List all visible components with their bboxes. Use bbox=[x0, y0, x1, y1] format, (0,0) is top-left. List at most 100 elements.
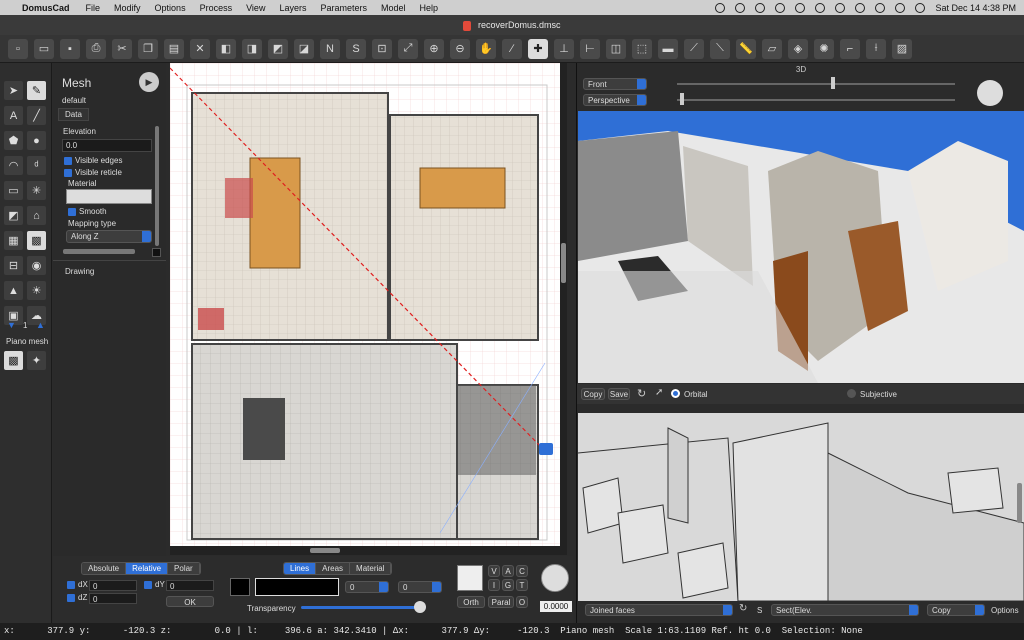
mesh-edit-icon[interactable]: ✦ bbox=[27, 351, 46, 370]
ok-button[interactable]: OK bbox=[166, 596, 214, 607]
view-slider-1-knob[interactable] bbox=[831, 77, 835, 89]
slab-icon[interactable]: ▱ bbox=[762, 38, 782, 59]
roof-icon[interactable]: ⌂ bbox=[27, 206, 46, 225]
paral-button[interactable]: Paral bbox=[488, 596, 514, 608]
app-menu[interactable]: DomusCad bbox=[22, 3, 70, 13]
send-backward-icon[interactable]: ◪ bbox=[294, 38, 314, 59]
light-icon[interactable]: ☀ bbox=[27, 281, 46, 300]
asterisk-icon[interactable]: ✳ bbox=[27, 181, 46, 200]
pencil-icon[interactable]: ✎ bbox=[27, 81, 46, 100]
line-style-select[interactable]: 0 bbox=[398, 581, 442, 593]
color-swatch[interactable] bbox=[230, 578, 250, 596]
t-button[interactable]: T bbox=[516, 579, 528, 591]
menu-model[interactable]: Model bbox=[381, 3, 406, 13]
elevation-field[interactable]: 0.0 bbox=[62, 139, 152, 152]
zoom-extents-icon[interactable]: ⤢ bbox=[398, 38, 418, 59]
plan-horizontal-scrollbar[interactable] bbox=[170, 546, 567, 555]
polygon-icon[interactable]: ⬟ bbox=[4, 131, 23, 150]
vscroll-thumb[interactable] bbox=[561, 243, 566, 283]
smooth-checkbox[interactable]: Smooth bbox=[68, 207, 107, 216]
menu-parameters[interactable]: Parameters bbox=[320, 3, 367, 13]
refresh-icon[interactable]: ↻ bbox=[637, 387, 646, 400]
material-swatch[interactable] bbox=[66, 189, 152, 204]
menu-process[interactable]: Process bbox=[200, 3, 233, 13]
polar-tab[interactable]: Polar bbox=[168, 563, 200, 574]
frame-icon[interactable]: ▨ bbox=[892, 38, 912, 59]
wifi-icon[interactable] bbox=[835, 2, 846, 13]
dy-field[interactable]: 0 bbox=[166, 580, 214, 591]
menu-options[interactable]: Options bbox=[155, 3, 186, 13]
window-icon[interactable]: ⊟ bbox=[4, 256, 23, 275]
pipe-icon[interactable]: ⌐ bbox=[840, 38, 860, 59]
circle-icon[interactable]: ● bbox=[27, 131, 46, 150]
knife-icon[interactable]: ⟊ bbox=[866, 38, 886, 59]
orbital-radio[interactable] bbox=[671, 389, 680, 398]
areas-tab[interactable]: Areas bbox=[316, 563, 351, 574]
bring-forward-icon[interactable]: ◩ bbox=[268, 38, 288, 59]
send-back-icon[interactable]: ◨ bbox=[242, 38, 262, 59]
volume-icon[interactable] bbox=[875, 2, 886, 13]
line-icon[interactable]: ╱ bbox=[27, 106, 46, 125]
view-slider-1[interactable] bbox=[677, 83, 955, 85]
menu-file[interactable]: File bbox=[86, 3, 101, 13]
piano-mesh-icon[interactable]: ▩ bbox=[4, 351, 23, 370]
search-icon[interactable] bbox=[895, 2, 906, 13]
menu-view[interactable]: View bbox=[246, 3, 265, 13]
select-region-icon[interactable]: ⬚ bbox=[632, 38, 652, 59]
open-folder-icon[interactable]: ▭ bbox=[34, 38, 54, 59]
status-vpn-icon[interactable] bbox=[795, 2, 806, 13]
dy-checkbox[interactable]: dY bbox=[144, 580, 165, 589]
beam-icon[interactable]: ⟋ bbox=[684, 38, 704, 59]
view-thumbnail[interactable] bbox=[457, 565, 483, 591]
view-dial[interactable] bbox=[977, 80, 1003, 106]
layers-icon[interactable]: ◫ bbox=[606, 38, 626, 59]
menubar-clock[interactable]: Sat Dec 14 4:38 PM bbox=[935, 3, 1016, 13]
column-icon[interactable]: ⟍ bbox=[710, 38, 730, 59]
camera-marker-icon[interactable] bbox=[539, 443, 553, 455]
delete-icon[interactable]: ✕ bbox=[190, 38, 210, 59]
pointer-icon[interactable]: ➚ bbox=[655, 387, 663, 398]
arc-icon[interactable]: ◠ bbox=[4, 156, 23, 175]
view-slider-2[interactable] bbox=[677, 99, 955, 101]
save-icon[interactable]: ▪ bbox=[60, 38, 80, 59]
mapping-type-select[interactable]: Along Z bbox=[66, 230, 152, 243]
copy-icon[interactable]: ❐ bbox=[138, 38, 158, 59]
hscroll-thumb[interactable] bbox=[310, 548, 340, 553]
section-view-render[interactable] bbox=[578, 413, 1024, 601]
mesh-icon[interactable]: ▩ bbox=[27, 231, 46, 250]
subjective-radio[interactable] bbox=[847, 389, 856, 398]
view-slider-2-knob[interactable] bbox=[680, 93, 684, 105]
visible-reticle-checkbox[interactable]: Visible reticle bbox=[64, 168, 122, 177]
v-button[interactable]: V bbox=[488, 565, 500, 577]
c-button[interactable]: C bbox=[516, 565, 528, 577]
relative-tab[interactable]: Relative bbox=[126, 563, 169, 574]
cut-icon[interactable]: ✂ bbox=[112, 38, 132, 59]
menu-modify[interactable]: Modify bbox=[114, 3, 141, 13]
status-control-icon[interactable] bbox=[815, 2, 826, 13]
dx-field[interactable]: 0 bbox=[89, 580, 137, 591]
select-arrow-icon[interactable]: ➤ bbox=[4, 81, 23, 100]
props-scrollbar[interactable] bbox=[155, 126, 159, 246]
time-machine-icon[interactable] bbox=[855, 2, 866, 13]
snap-axis-icon[interactable]: ⊥ bbox=[554, 38, 574, 59]
line-width-select[interactable]: 0 bbox=[345, 581, 389, 593]
rectangle-icon[interactable]: ▭ bbox=[4, 181, 23, 200]
stepper-down-icon[interactable]: ▼ bbox=[7, 320, 16, 330]
south-tool-button[interactable]: S bbox=[346, 38, 366, 59]
render-mode-select[interactable]: Joined faces bbox=[585, 604, 733, 616]
menu-help[interactable]: Help bbox=[420, 3, 439, 13]
dimension-icon[interactable]: ⊢ bbox=[580, 38, 600, 59]
dimension-d-icon[interactable]: ᵈ bbox=[27, 156, 46, 175]
material-tab[interactable]: Material bbox=[350, 563, 392, 574]
menu-layers[interactable]: Layers bbox=[279, 3, 306, 13]
save-button[interactable]: Save bbox=[608, 388, 630, 400]
ruler-icon[interactable]: 📏 bbox=[736, 38, 756, 59]
o-button[interactable]: O bbox=[516, 596, 528, 608]
measure-icon[interactable]: ∕ bbox=[502, 38, 522, 59]
grid-icon[interactable]: ▦ bbox=[4, 231, 23, 250]
wall-icon[interactable]: ▬ bbox=[658, 38, 678, 59]
orth-button[interactable]: Orth bbox=[457, 596, 485, 608]
pan-hand-icon[interactable]: ✋ bbox=[476, 38, 496, 59]
line-preview[interactable] bbox=[255, 578, 339, 596]
zoom-in-icon[interactable]: ⊕ bbox=[424, 38, 444, 59]
